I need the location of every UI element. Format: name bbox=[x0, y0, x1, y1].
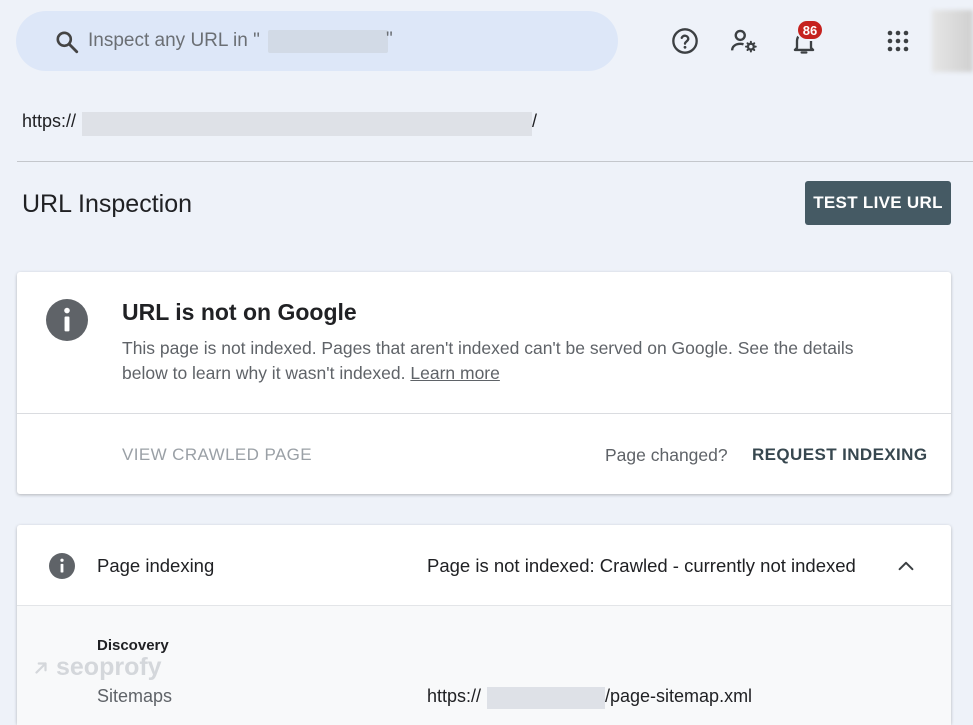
page-changed-label: Page changed? bbox=[605, 445, 728, 465]
redacted-domain bbox=[487, 687, 605, 709]
search-quote-close: " bbox=[386, 29, 393, 50]
page-indexing-header[interactable]: Page indexing Page is not indexed: Crawl… bbox=[17, 525, 951, 605]
sitemap-url-suffix: /page-sitemap.xml bbox=[605, 686, 753, 706]
apps-grid-icon bbox=[887, 30, 909, 52]
watermark: seoprofy bbox=[32, 653, 162, 682]
help-icon bbox=[672, 28, 698, 54]
request-indexing-button[interactable]: REQUEST INDEXING bbox=[752, 445, 927, 465]
url-status-card: URL is not on Google This page is not in… bbox=[17, 272, 951, 494]
help-button[interactable] bbox=[667, 23, 703, 59]
info-icon bbox=[49, 553, 75, 579]
status-title: URL is not on Google bbox=[122, 299, 357, 325]
sitemap-url-prefix: https:// bbox=[427, 686, 482, 706]
page-indexing-status: Page is not indexed: Crawled - currently… bbox=[427, 555, 856, 576]
watermark-text: seoprofy bbox=[56, 653, 162, 681]
test-live-url-button[interactable]: TEST LIVE URL bbox=[805, 181, 951, 225]
notification-count-badge: 86 bbox=[796, 19, 824, 41]
search-icon[interactable] bbox=[54, 29, 80, 55]
view-crawled-page-button[interactable]: VIEW CRAWLED PAGE bbox=[122, 445, 312, 465]
redacted-url bbox=[82, 112, 532, 136]
apps-button[interactable] bbox=[880, 23, 916, 59]
redacted-property bbox=[268, 30, 388, 53]
info-icon bbox=[46, 299, 88, 341]
discovery-section-label: Discovery bbox=[97, 637, 169, 654]
top-bar: " 86 bbox=[0, 0, 973, 84]
status-description: This page is not indexed. Pages that are… bbox=[122, 336, 862, 386]
page-indexing-card: Page indexing Page is not indexed: Crawl… bbox=[17, 525, 951, 725]
page-indexing-title: Page indexing bbox=[97, 555, 215, 576]
arrow-up-right-icon bbox=[35, 661, 47, 674]
inspected-url-prefix: https:// bbox=[22, 111, 77, 131]
account-avatar[interactable] bbox=[932, 10, 973, 72]
page-title: URL Inspection bbox=[22, 190, 192, 218]
user-settings-button[interactable] bbox=[726, 23, 762, 59]
header-divider bbox=[17, 161, 973, 162]
chevron-up-icon[interactable] bbox=[895, 555, 917, 577]
user-settings-icon bbox=[730, 29, 757, 53]
learn-more-link[interactable]: Learn more bbox=[410, 363, 500, 383]
inspected-url-suffix: / bbox=[532, 111, 538, 131]
card-divider bbox=[17, 413, 951, 414]
sitemaps-label: Sitemaps bbox=[97, 686, 173, 706]
